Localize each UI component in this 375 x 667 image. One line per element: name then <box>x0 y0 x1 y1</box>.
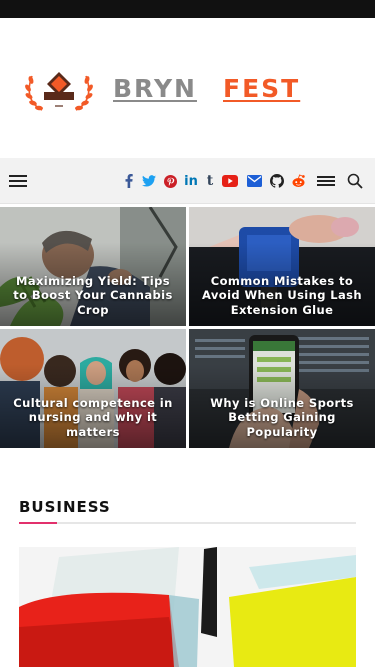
tumblr-icon[interactable]: t <box>205 173 215 189</box>
featured-post-title[interactable]: Cultural competence in nursing and why i… <box>8 396 178 440</box>
section-heading: BUSINESS <box>19 498 111 516</box>
secondary-menu-icon[interactable] <box>317 176 335 187</box>
reddit-icon[interactable] <box>291 173 306 189</box>
brand-word-bryn[interactable]: BRYN <box>113 74 197 103</box>
section-divider <box>19 522 356 524</box>
featured-post-title[interactable]: Why is Online Sports Betting Gaining Pop… <box>197 396 367 440</box>
search-icon[interactable] <box>347 173 363 189</box>
status-bar <box>0 0 375 18</box>
featured-post-title[interactable]: Common Mistakes to Avoid When Using Lash… <box>197 274 367 318</box>
top-navbar: in t <box>0 158 375 204</box>
featured-post-card[interactable]: Maximizing Yield: Tips to Boost Your Can… <box>0 207 186 326</box>
pinterest-icon[interactable] <box>163 173 177 189</box>
business-feature-image[interactable] <box>19 547 356 667</box>
featured-post-title[interactable]: Maximizing Yield: Tips to Boost Your Can… <box>8 274 178 318</box>
youtube-icon[interactable] <box>222 173 238 189</box>
featured-post-card[interactable]: Why is Online Sports Betting Gaining Pop… <box>189 329 375 448</box>
email-icon[interactable] <box>246 173 262 189</box>
hamburger-menu-icon[interactable] <box>9 175 27 188</box>
section-accent-bar <box>19 522 57 524</box>
featured-posts-grid: Maximizing Yield: Tips to Boost Your Can… <box>0 207 375 448</box>
acrylic-sheets-image <box>19 547 356 667</box>
featured-post-card[interactable]: Cultural competence in nursing and why i… <box>0 329 186 448</box>
twitter-icon[interactable] <box>142 173 156 189</box>
github-icon[interactable] <box>270 173 284 189</box>
site-header: BRYN FEST <box>0 18 375 158</box>
featured-post-card[interactable]: Common Mistakes to Avoid When Using Lash… <box>189 207 375 326</box>
brand-word-fest[interactable]: FEST <box>223 74 300 103</box>
logo-emblem-icon[interactable] <box>22 66 96 114</box>
linkedin-icon[interactable]: in <box>184 173 198 189</box>
facebook-icon[interactable] <box>124 173 134 189</box>
